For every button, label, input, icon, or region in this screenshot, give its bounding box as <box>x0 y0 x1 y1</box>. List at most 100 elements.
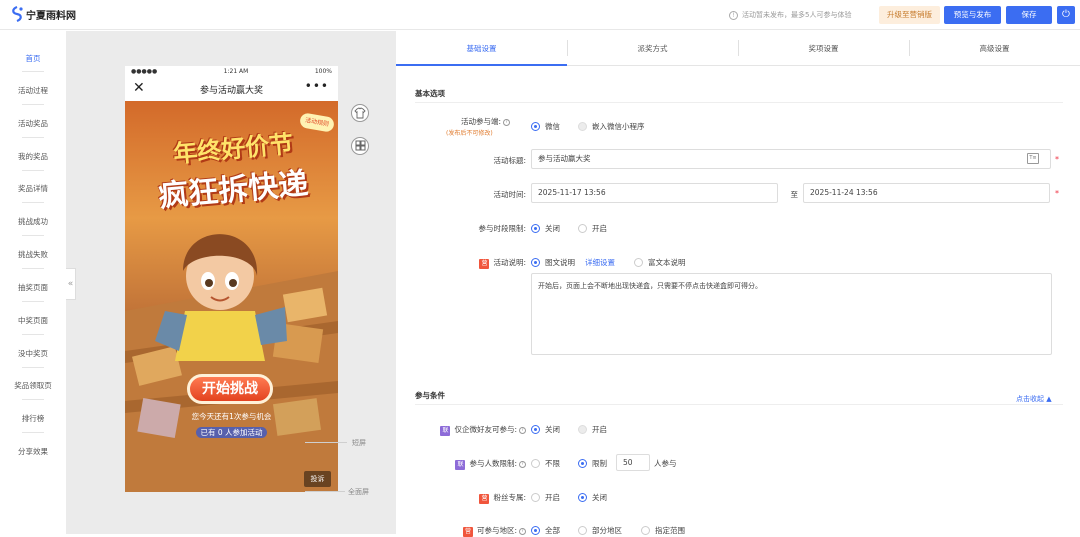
sidebar-item-challenge-fail[interactable]: 挑战失败 <box>0 249 66 260</box>
upgrade-button[interactable]: 升级至营销版 <box>879 6 940 24</box>
battery-icon: 100% <box>314 68 332 75</box>
sidebar-item-challenge-success[interactable]: 挑战成功 <box>0 216 66 227</box>
page-sidebar: 首页 活动过程 活动奖品 我的奖品 奖品详情 挑战成功 挑战失败 抽奖页面 中奖… <box>0 31 66 534</box>
more-icon[interactable]: ••• <box>305 79 329 93</box>
active-tab-indicator <box>396 64 567 66</box>
people-option-unlimited[interactable]: 不限 <box>531 458 560 469</box>
radio-dot <box>531 258 540 267</box>
region-option-range[interactable]: 指定范围 <box>641 525 685 536</box>
fans-option-on[interactable]: 开启 <box>531 492 560 503</box>
platform-label: 活动参与端:? <box>430 116 510 127</box>
phone-preview: ●●●●● 1:21 AM 100% ✕ 参与活动赢大奖 ••• 年终好价节 疯… <box>125 66 338 492</box>
shirt-icon[interactable] <box>351 104 369 122</box>
tab-basic[interactable]: 基础设置 <box>396 31 567 66</box>
complain-button[interactable]: 投诉 <box>304 471 331 487</box>
radio-dot <box>578 425 587 434</box>
sidebar-divider <box>22 137 44 138</box>
title-label: 活动标题: <box>493 156 526 165</box>
save-button[interactable]: 保存 <box>1006 6 1052 24</box>
radio-dot <box>578 459 587 468</box>
help-icon[interactable]: ? <box>519 426 526 434</box>
link-badge: 联 <box>455 460 466 470</box>
radio-dot <box>634 258 643 267</box>
sidebar-item-prizes[interactable]: 活动奖品 <box>0 118 66 129</box>
sidebar-divider <box>22 301 44 302</box>
fans-label-text: 粉丝专属: <box>493 493 526 502</box>
radio-dot <box>578 493 587 502</box>
period-option-on[interactable]: 开启 <box>578 223 607 234</box>
sidebar-item-lottery[interactable]: 抽奖页面 <box>0 282 66 293</box>
joined-count-text: 已有 0 人参加活动 <box>196 427 267 438</box>
platform-label-text: 活动参与端: <box>460 117 501 126</box>
region-option-all[interactable]: 全部 <box>531 525 560 536</box>
option-label: 关闭 <box>592 493 607 502</box>
radio-dot <box>578 122 587 131</box>
text-format-icon[interactable]: T≡ <box>1027 153 1039 164</box>
sidebar-item-process[interactable]: 活动过程 <box>0 85 66 96</box>
sidebar-item-home[interactable]: 首页 <box>0 53 66 64</box>
logo[interactable]: 宁夏雨料网 <box>10 6 76 22</box>
preview-publish-button[interactable]: 预览与发布 <box>944 6 1001 24</box>
conditions-section-title: 参与条件 <box>415 391 445 400</box>
tab-award-method[interactable]: 派奖方式 <box>567 31 738 66</box>
people-limit-input[interactable]: 50 <box>616 454 650 471</box>
help-icon[interactable]: ? <box>503 118 510 126</box>
period-option-off[interactable]: 关闭 <box>531 223 560 234</box>
time-label: 活动时间: <box>493 190 526 199</box>
fans-option-off[interactable]: 关闭 <box>578 492 607 503</box>
sidebar-item-no-win[interactable]: 没中奖页 <box>0 348 66 359</box>
help-icon[interactable]: ? <box>519 460 526 468</box>
people-option-limit[interactable]: 限制 <box>578 458 607 469</box>
radio-dot <box>578 224 587 233</box>
sidebar-item-win[interactable]: 中奖页面 <box>0 315 66 326</box>
region-label: 营可参与地区:? <box>410 525 526 537</box>
sidebar-item-ranking[interactable]: 排行榜 <box>0 413 66 424</box>
sidebar-divider <box>22 268 44 269</box>
desc-option-graphic[interactable]: 图文说明 <box>531 257 575 268</box>
collapse-sidebar-button[interactable]: « <box>66 268 76 300</box>
wecom-option-on[interactable]: 开启 <box>578 424 607 435</box>
platform-option-wechat[interactable]: 微信 <box>531 121 560 132</box>
title-input[interactable]: 参与活动赢大奖 <box>531 149 1051 169</box>
tab-advanced[interactable]: 高级设置 <box>909 31 1080 66</box>
people-unit: 人参与 <box>654 459 677 468</box>
sidebar-item-share[interactable]: 分享效果 <box>0 446 66 457</box>
period-label: 参与时段限制: <box>478 224 526 233</box>
short-screen-guide <box>305 442 347 443</box>
close-icon[interactable]: ✕ <box>133 80 145 96</box>
basic-section-title: 基本选项 <box>415 89 445 98</box>
desc-option-richtext[interactable]: 富文本说明 <box>634 257 686 268</box>
section-divider <box>415 404 1063 405</box>
sidebar-item-claim[interactable]: 奖品领取页 <box>0 380 66 391</box>
full-screen-guide <box>305 491 345 492</box>
info-icon: ! <box>729 10 738 20</box>
desc-detail-link[interactable]: 详细设置 <box>585 257 615 268</box>
sidebar-divider <box>22 235 44 236</box>
option-label: 关闭 <box>545 224 560 233</box>
option-label: 指定范围 <box>655 526 685 535</box>
start-challenge-button[interactable]: 开始挑战 <box>187 374 273 404</box>
sidebar-item-my-prizes[interactable]: 我的奖品 <box>0 151 66 162</box>
sidebar-item-prize-detail[interactable]: 奖品详情 <box>0 183 66 194</box>
people-label-text: 参与人数限制: <box>469 459 517 468</box>
start-time-input[interactable]: 2025-11-17 13:56 <box>531 183 778 203</box>
sidebar-divider <box>22 334 44 335</box>
marketing-badge: 营 <box>462 527 473 537</box>
wecom-option-off[interactable]: 关闭 <box>531 424 560 435</box>
collapse-conditions-link[interactable]: 点击收起 ▲ <box>1016 394 1052 404</box>
tab-prize-settings[interactable]: 奖项设置 <box>738 31 909 66</box>
option-label: 全部 <box>545 526 560 535</box>
region-option-partial[interactable]: 部分地区 <box>578 525 622 536</box>
option-label: 关闭 <box>545 425 560 434</box>
end-time-input[interactable]: 2025-11-24 13:56 <box>803 183 1050 203</box>
full-screen-label: 全面屏 <box>348 488 369 496</box>
platform-option-miniapp[interactable]: 嵌入微信小程序 <box>578 121 645 132</box>
help-icon[interactable]: ? <box>519 527 526 535</box>
signal-icon: ●●●●● <box>131 68 158 75</box>
marketing-badge: 营 <box>479 259 490 269</box>
power-icon[interactable]: ⏻ <box>1057 6 1075 24</box>
grid-icon[interactable] <box>351 137 369 155</box>
sidebar-divider <box>22 170 44 171</box>
desc-textarea[interactable]: 开始后，页面上会不断地出现快递盒，只需要不停点击快递盒即可得分。 <box>531 273 1052 355</box>
phone-status-bar: ●●●●● 1:21 AM 100% <box>125 66 338 77</box>
